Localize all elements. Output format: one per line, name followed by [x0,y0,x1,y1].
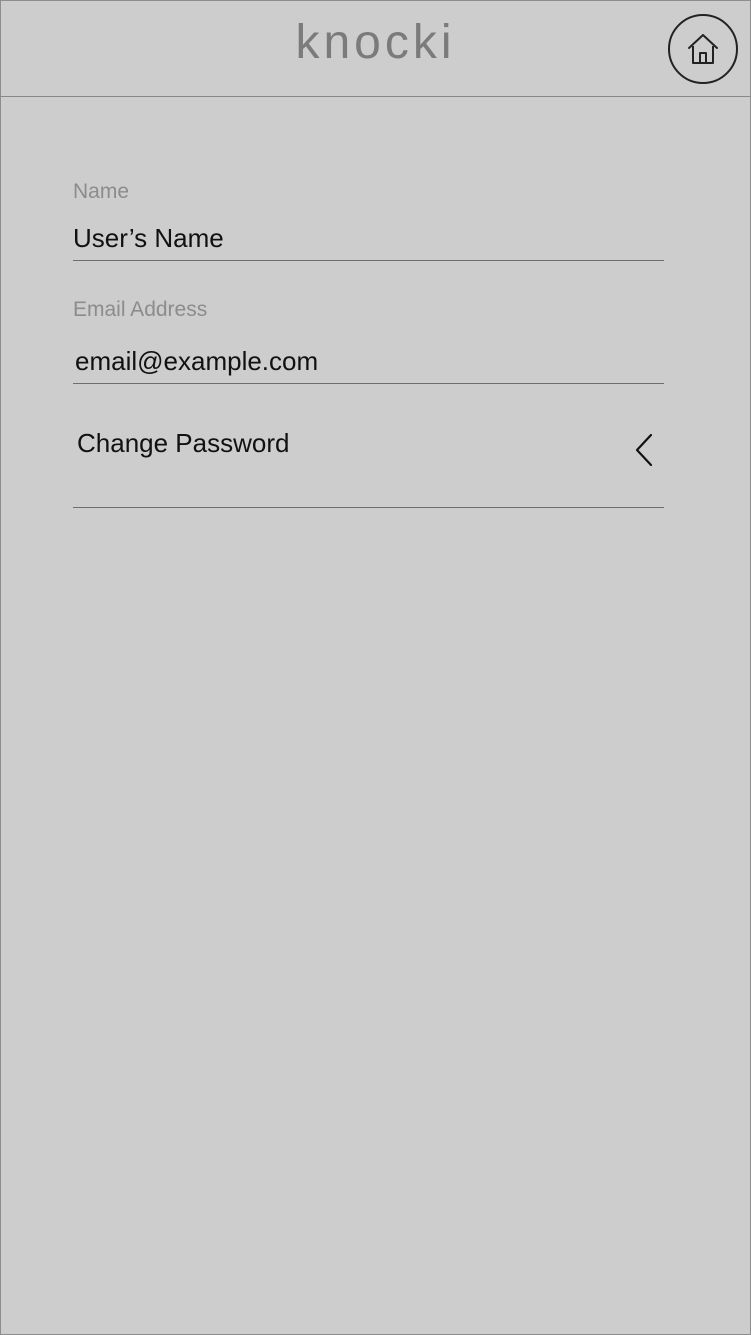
name-label: Name [73,180,130,203]
change-password-row[interactable]: Change Password [73,408,664,508]
name-underline [73,260,664,261]
brand-logo: knocki [295,16,456,69]
name-field[interactable] [73,223,663,254]
change-password-label: Change Password [77,428,290,458]
home-icon [684,30,722,68]
email-label: Email Address [73,298,208,321]
change-password-underline [73,507,664,508]
chevron-left-icon [633,433,657,467]
email-field[interactable] [75,346,665,377]
profile-screen: knocki Name Email Address Change Passwor… [0,0,751,1335]
app-header: knocki [1,1,750,97]
email-underline [73,383,664,384]
home-button[interactable] [668,14,738,84]
